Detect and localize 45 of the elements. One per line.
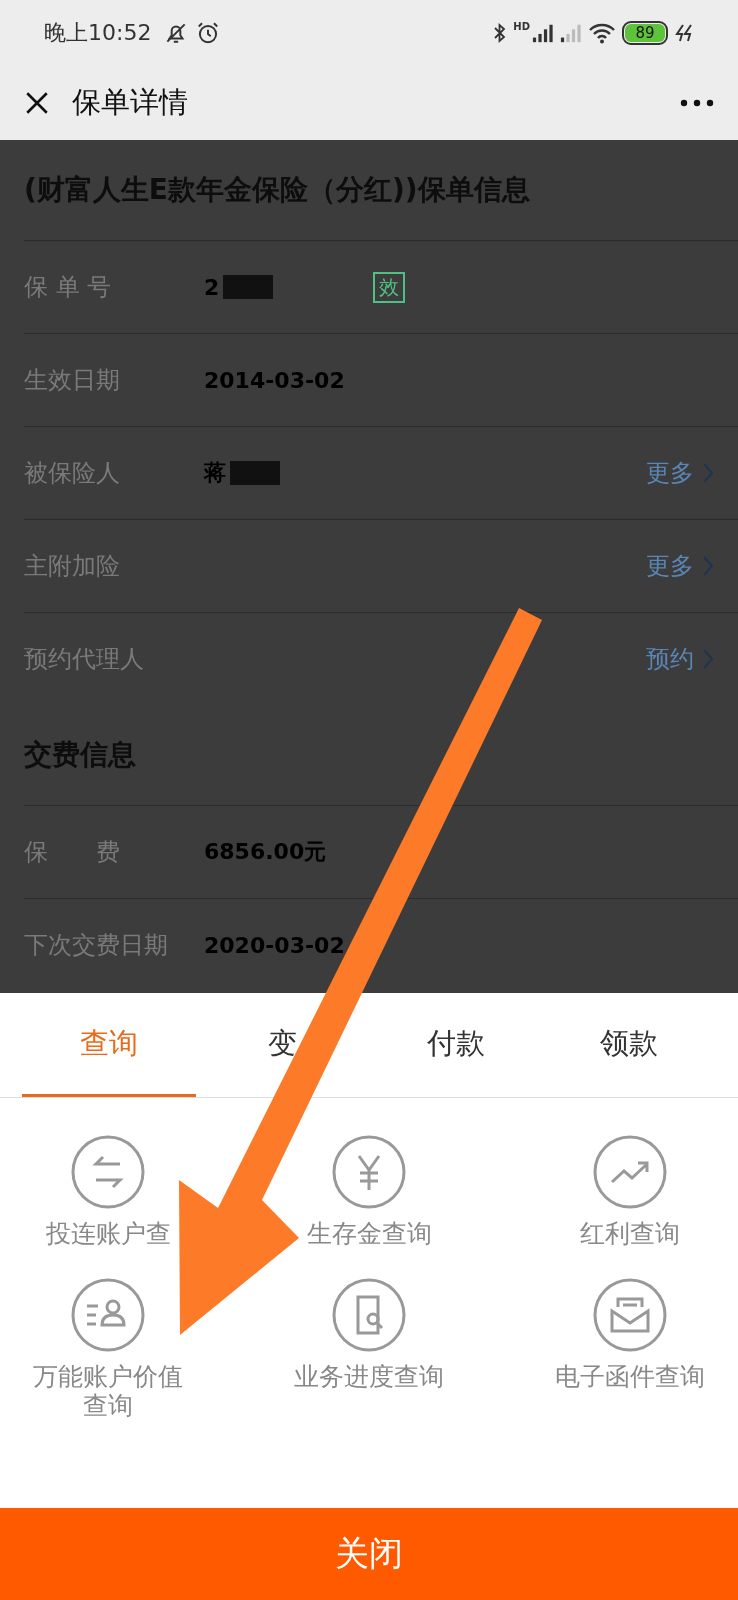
field-label: 预约代理人 [24, 644, 145, 675]
tab[interactable]: 查询 [22, 993, 196, 1097]
chevron-icon [702, 462, 714, 484]
profile-list-icon[interactable] [70, 1276, 146, 1353]
network-label: HD [513, 21, 530, 32]
more-icon[interactable] [680, 98, 714, 107]
tab[interactable]: 领款 [542, 993, 716, 1097]
tab[interactable]: 变 [195, 993, 369, 1097]
more-link[interactable]: 预约 [646, 643, 694, 675]
tab[interactable]: 付款 [369, 993, 543, 1097]
chevron-icon [702, 555, 714, 577]
field-label: 主附加险 [24, 551, 121, 582]
status-time: 晚上10:52 [44, 18, 152, 47]
action-label: 万能账户价值查询 [32, 1362, 184, 1421]
field-label: 保 单 号 [24, 272, 113, 303]
action-label: 红利查询 [579, 1220, 681, 1249]
action-label: 投连账户查 [44, 1220, 172, 1249]
field-label: 生效日期 [24, 365, 121, 396]
field-value: 2 [204, 274, 220, 300]
document-search-icon[interactable] [331, 1276, 407, 1353]
signal-icon [532, 22, 554, 43]
field-value: 2014-03-02 [204, 367, 345, 393]
signal-icon [560, 22, 582, 43]
field-value: 2020-03-02 [204, 932, 345, 958]
field-value: 6856.00元 [204, 838, 327, 866]
wifi-icon [588, 21, 616, 44]
chevron-icon [702, 648, 714, 670]
more-link[interactable]: 更多 [646, 550, 694, 582]
action-label: 电子函件查询 [554, 1362, 706, 1392]
field-value: 蒋 [204, 459, 226, 487]
close-button[interactable]: 关闭 [0, 1508, 738, 1600]
exchange-icon[interactable] [70, 1134, 146, 1210]
yen-icon[interactable] [331, 1134, 407, 1210]
more-link[interactable]: 更多 [646, 457, 694, 489]
trend-icon[interactable] [592, 1134, 668, 1210]
action-label: 业务进度查询 [293, 1362, 445, 1392]
envelope-icon[interactable] [592, 1276, 668, 1353]
battery-indicator: 89 [622, 20, 668, 45]
status-badge: 效 [373, 271, 406, 303]
field-label: 保 费 [24, 837, 121, 868]
field-label: 被保险人 [24, 458, 121, 489]
action-label: 生存金查询 [305, 1220, 433, 1249]
field-label: 下次交费日期 [24, 930, 169, 961]
charging-icon [674, 22, 694, 43]
page-title: 保单详情 [72, 83, 188, 121]
